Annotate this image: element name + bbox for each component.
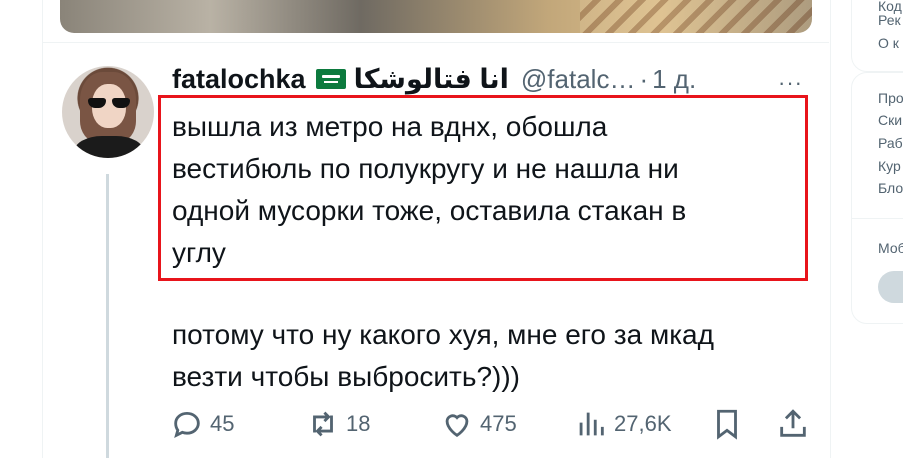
reply-button[interactable]: 45 xyxy=(170,404,234,444)
tweet-timestamp[interactable]: 1 д. xyxy=(652,64,696,95)
sidebar-divider xyxy=(852,218,903,219)
repost-icon xyxy=(313,411,333,437)
thread-line xyxy=(106,174,109,458)
display-name-arabic[interactable]: انا فتالوشكا xyxy=(354,64,509,95)
flag-icon xyxy=(315,69,346,89)
sidebar-link-8[interactable]: Бло xyxy=(878,180,903,196)
separator: · xyxy=(639,63,649,94)
sidebar-link-3[interactable]: О к xyxy=(878,35,899,51)
tweet-divider xyxy=(42,42,829,43)
views-icon xyxy=(579,412,604,436)
like-button[interactable]: 475 xyxy=(440,404,517,444)
repost-button[interactable]: 18 xyxy=(306,404,370,444)
bookmark-icon xyxy=(717,409,737,440)
sidebar-link-4[interactable]: Про xyxy=(878,90,903,106)
user-handle[interactable]: @fatalc… xyxy=(521,64,636,95)
repost-count: 18 xyxy=(346,411,371,436)
share-button[interactable] xyxy=(776,404,810,444)
views-count: 27,6K xyxy=(614,411,672,436)
previous-tweet-media[interactable] xyxy=(60,0,812,33)
display-name[interactable]: fatalochka xyxy=(172,64,306,95)
reply-count: 45 xyxy=(210,411,235,436)
sidebar-link-7[interactable]: Кур xyxy=(878,158,901,174)
sidebar-mobile-label: Моб xyxy=(878,240,903,256)
tweet-header: fatalochka انا فتالوشكا @fatalc… · 1 д. xyxy=(172,62,696,96)
views-button[interactable]: 27,6K xyxy=(574,404,672,444)
sidebar-button[interactable] xyxy=(878,271,903,303)
sidebar-link-5[interactable]: Ски xyxy=(878,112,902,128)
like-icon xyxy=(445,414,469,438)
bookmark-button[interactable] xyxy=(710,404,744,444)
tweet-text-highlighted: вышла из метро на вднх, обошла вестибюль… xyxy=(172,111,687,268)
sidebar-link-6[interactable]: Раб xyxy=(878,135,903,151)
reply-icon xyxy=(174,411,200,439)
tweet-text-second: потому что ну какого хуя, мне его за мка… xyxy=(172,319,714,392)
more-options-icon[interactable]: ··· xyxy=(778,70,803,96)
like-count: 475 xyxy=(480,411,517,436)
avatar[interactable] xyxy=(62,66,154,158)
share-icon xyxy=(780,409,806,437)
sidebar-link-2[interactable]: Рек xyxy=(878,12,901,28)
